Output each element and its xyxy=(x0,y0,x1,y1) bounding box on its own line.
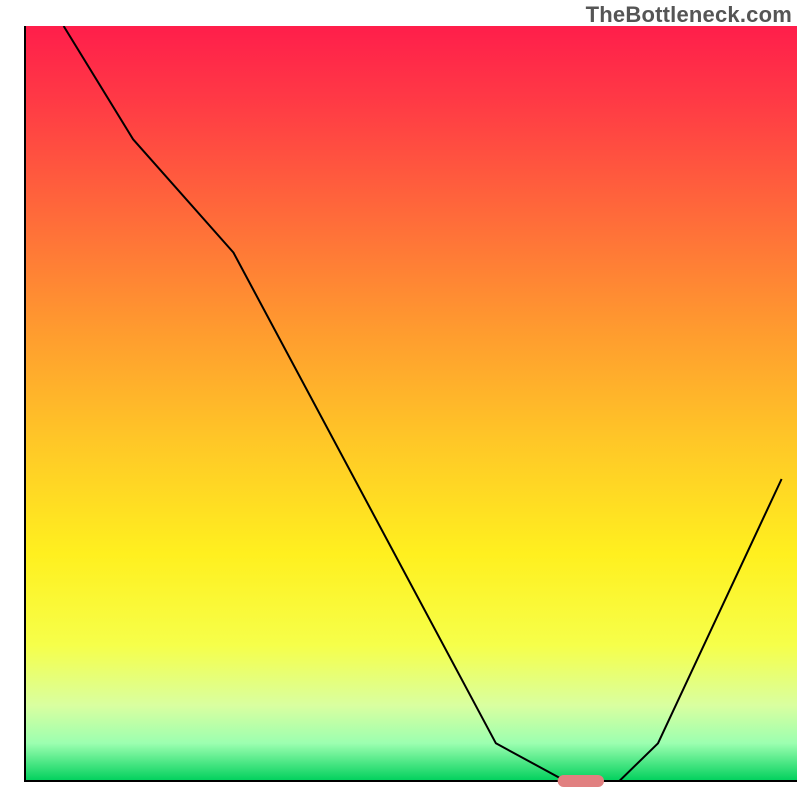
gradient-background xyxy=(25,26,797,781)
watermark: TheBottleneck.com xyxy=(586,2,792,28)
chart-container: TheBottleneck.com xyxy=(0,0,800,800)
min-marker xyxy=(558,775,604,787)
chart-svg xyxy=(0,0,800,800)
